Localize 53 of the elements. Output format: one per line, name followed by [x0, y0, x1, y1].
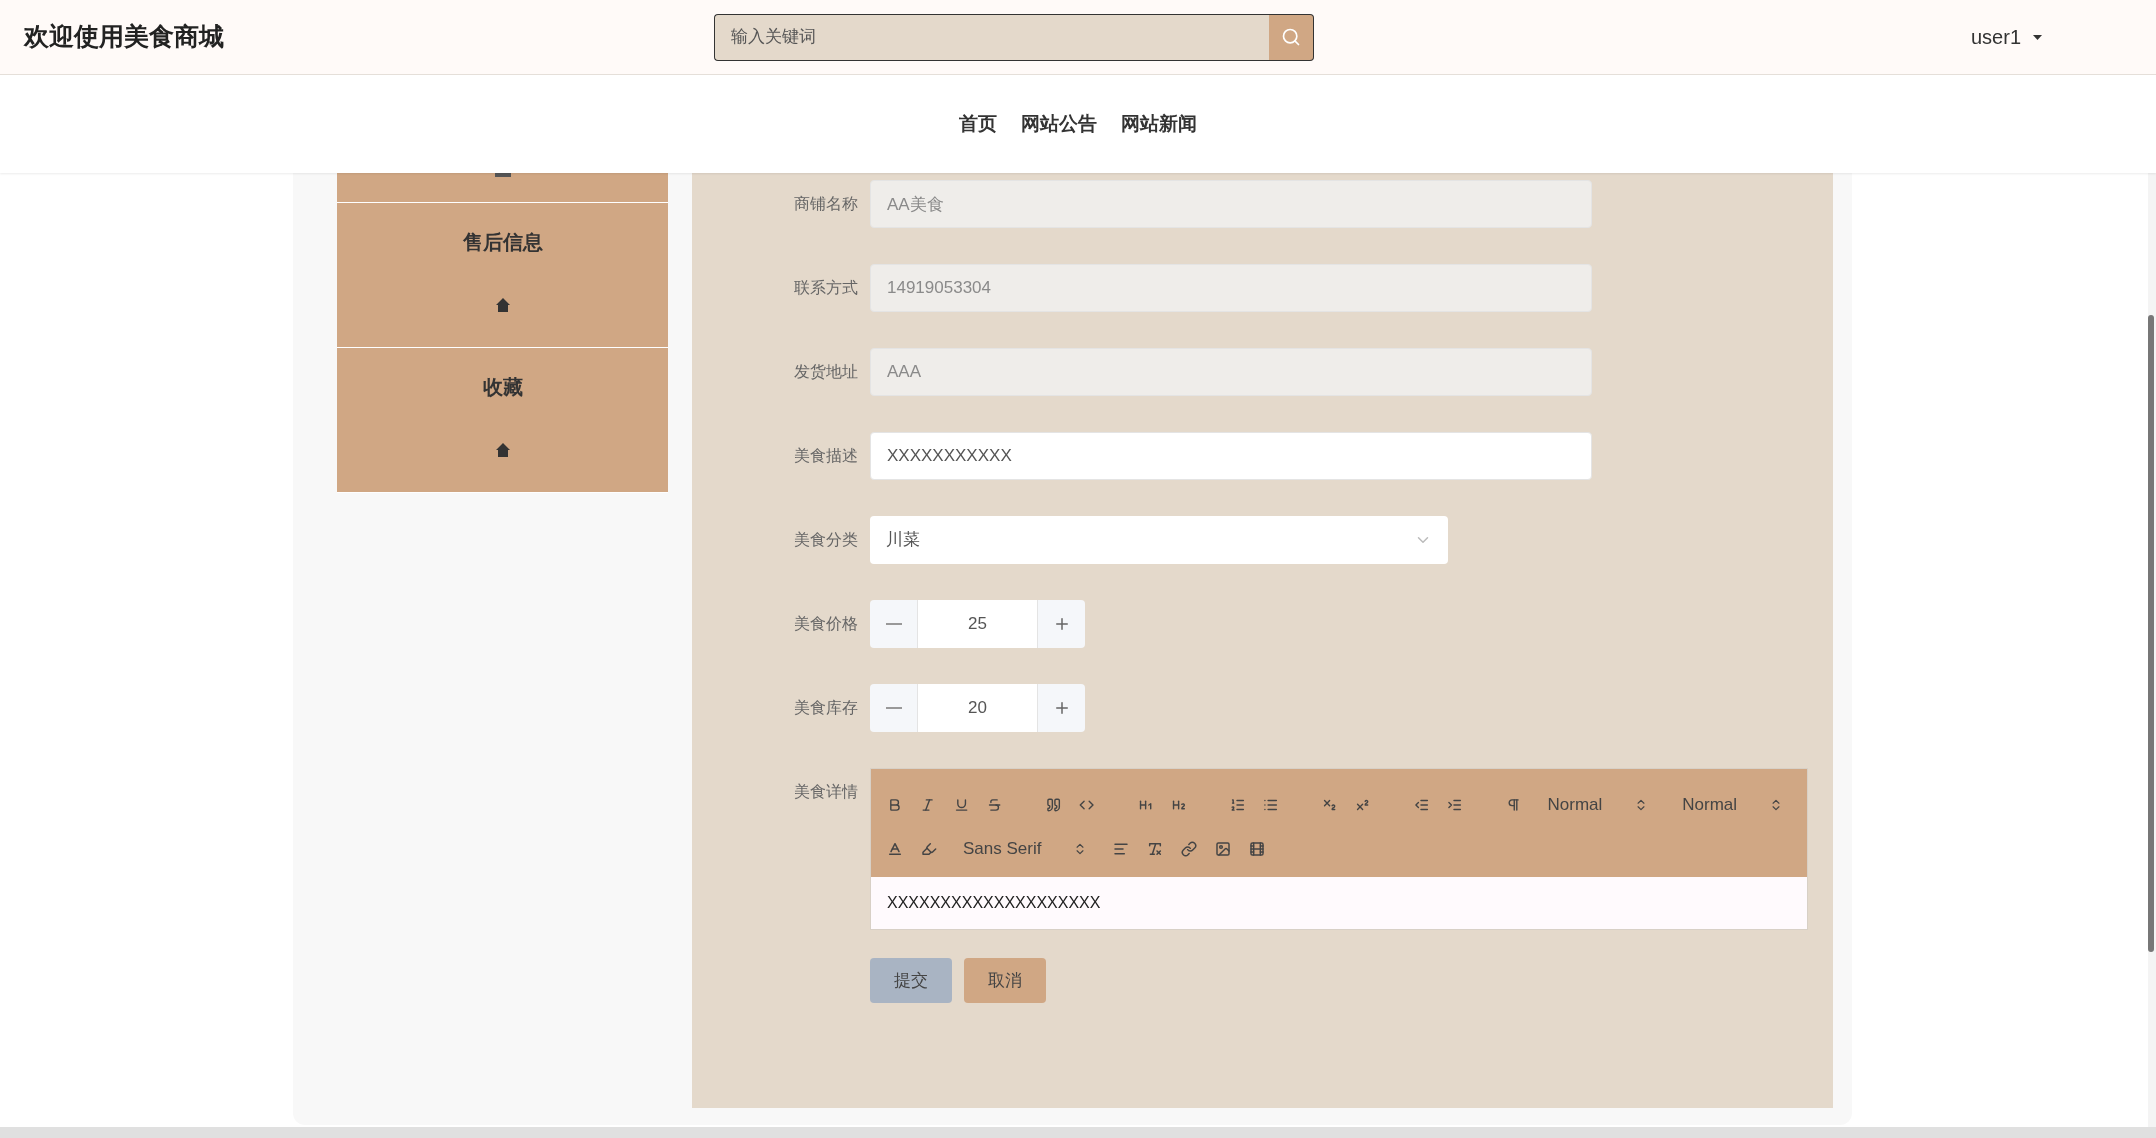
- highlighter-icon[interactable]: [921, 841, 937, 857]
- video-icon[interactable]: [1249, 841, 1266, 857]
- bullet-list-icon[interactable]: [1263, 797, 1279, 813]
- text-field[interactable]: XXXXXXXXXXX: [870, 432, 1592, 480]
- menu-item[interactable]: 收藏: [337, 348, 668, 493]
- cancel-button[interactable]: 取消: [964, 958, 1046, 1003]
- number-field[interactable]: 20: [918, 684, 1037, 732]
- align-left-icon[interactable]: [1113, 841, 1130, 857]
- editor-content[interactable]: XXXXXXXXXXXXXXXXXXXX: [871, 877, 1807, 929]
- indent-icon[interactable]: [1447, 797, 1463, 813]
- clear-format-icon[interactable]: [1147, 841, 1164, 857]
- horizontal-scrollbar[interactable]: [0, 1127, 2156, 1138]
- caret-icon: [2033, 34, 2042, 40]
- strikethrough-icon[interactable]: [986, 797, 1002, 813]
- font-color-icon[interactable]: [887, 841, 903, 857]
- nav-link[interactable]: 首页: [959, 109, 997, 139]
- minus-icon: [885, 707, 902, 709]
- minus-icon: [885, 623, 902, 625]
- site-title: 欢迎使用美食商城: [24, 21, 225, 53]
- house-icon: [494, 297, 511, 313]
- link-icon[interactable]: [1181, 841, 1198, 857]
- field-label: 美食详情: [793, 782, 858, 802]
- nav-link[interactable]: 网站新闻: [1121, 109, 1197, 139]
- menu-item[interactable]: [337, 173, 668, 203]
- field-label: 美食分类: [793, 530, 858, 550]
- subscript-icon[interactable]: [1322, 797, 1338, 813]
- menu-item[interactable]: 售后信息: [337, 203, 668, 348]
- format-select[interactable]: Sans Serif: [955, 833, 1096, 865]
- bold-icon[interactable]: [887, 797, 903, 813]
- field-label: 美食价格: [793, 614, 858, 634]
- image-icon[interactable]: [1215, 841, 1232, 857]
- field-label: 商铺名称: [793, 194, 858, 214]
- submit-button[interactable]: 提交: [870, 958, 952, 1003]
- ordered-list-icon[interactable]: [1229, 797, 1246, 813]
- format-select[interactable]: Normal: [1674, 789, 1792, 821]
- user-menu[interactable]: user1: [1970, 22, 2021, 52]
- house-icon: [494, 442, 511, 458]
- superscript-icon[interactable]: [1355, 797, 1371, 813]
- field-label: 美食库存: [793, 698, 858, 718]
- quote-icon[interactable]: [1045, 797, 1061, 813]
- number-field[interactable]: 25: [918, 600, 1037, 648]
- nav-link[interactable]: 网站公告: [1021, 109, 1097, 139]
- scrollbar-thumb[interactable]: [2148, 315, 2154, 952]
- field-label: 美食描述: [793, 446, 858, 466]
- heading-two-icon[interactable]: [1171, 797, 1187, 813]
- italic-icon[interactable]: [920, 797, 936, 813]
- field-label: 联系方式: [793, 278, 858, 298]
- outdent-icon[interactable]: [1414, 797, 1430, 813]
- field-label: 发货地址: [793, 362, 858, 382]
- format-select[interactable]: Normal: [1539, 789, 1657, 821]
- category-select[interactable]: 川菜: [870, 516, 1448, 564]
- underline-icon[interactable]: [953, 797, 969, 813]
- pilcrow-icon[interactable]: [1506, 797, 1522, 813]
